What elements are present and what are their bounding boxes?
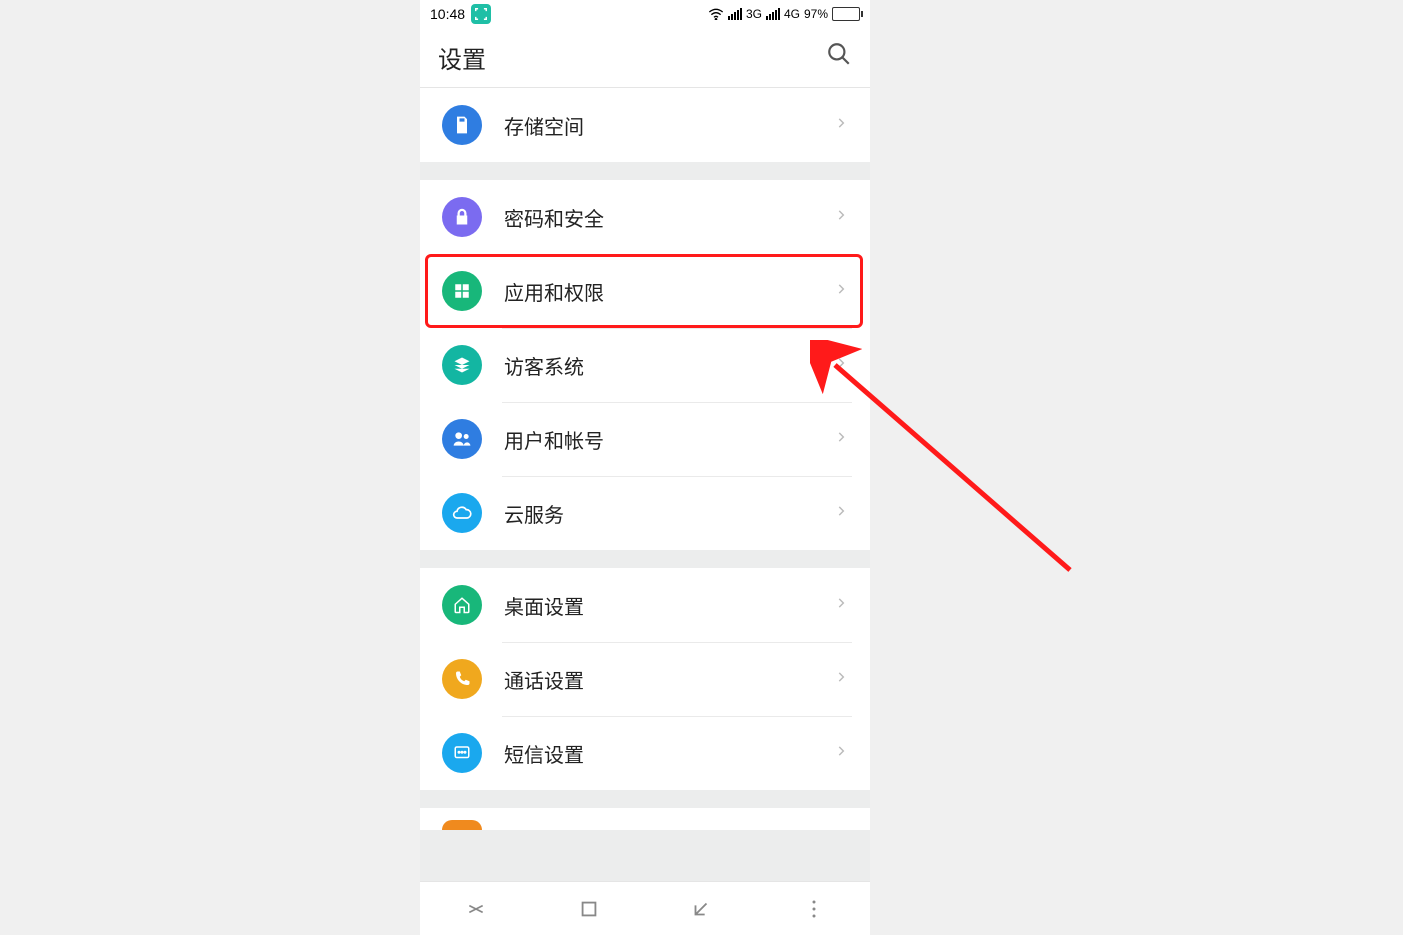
status-time: 10:48 [430,6,465,22]
row-storage[interactable]: 存储空间 [420,88,870,162]
net-3g-label: 3G [746,7,762,21]
phone-icon [442,659,482,699]
chevron-right-icon [834,282,848,301]
chevron-right-icon [834,356,848,375]
status-bar: 10:48 3G [420,0,870,28]
sd-icon [442,105,482,145]
settings-list: 存储空间 密码和安全 应用和权限 [420,88,870,881]
system-nav-bar [420,881,870,935]
chevron-right-icon [834,430,848,449]
lock-icon [442,197,482,237]
chevron-right-icon [834,744,848,763]
phone-frame: 10:48 3G [420,0,870,935]
row-label: 应用和权限 [504,277,834,306]
row-label: 短信设置 [504,739,834,768]
row-label: 密码和安全 [504,203,834,232]
row-sms[interactable]: 短信设置 [420,716,870,790]
wifi-icon [708,8,724,20]
row-label: 访客系统 [504,351,834,380]
chevron-right-icon [834,670,848,689]
home-icon [442,585,482,625]
battery-pct: 97% [804,7,828,21]
partial-row-icon [442,820,482,830]
app-header: 设置 [420,28,870,88]
row-apps-perms[interactable]: 应用和权限 [420,254,870,328]
row-label: 存储空间 [504,111,834,140]
people-icon [442,419,482,459]
search-button[interactable] [826,41,852,74]
row-label: 通话设置 [504,665,834,694]
net-4g-label: 4G [784,7,800,21]
settings-group-2: 桌面设置 通话设置 短信设置 [420,568,870,790]
settings-group-0: 存储空间 [420,88,870,162]
nav-back-button[interactable] [676,898,726,920]
row-label: 桌面设置 [504,591,834,620]
settings-group-3 [420,808,870,830]
chevron-right-icon [834,596,848,615]
signal-3g [728,8,742,20]
cloud-icon [442,493,482,533]
nav-recents-button[interactable] [451,899,501,919]
page-title: 设置 [438,40,826,75]
row-label: 用户和帐号 [504,425,834,454]
row-call[interactable]: 通话设置 [420,642,870,716]
signal-4g [766,8,780,20]
row-label: 云服务 [504,499,834,528]
row-security[interactable]: 密码和安全 [420,180,870,254]
row-desktop[interactable]: 桌面设置 [420,568,870,642]
layers-icon [442,345,482,385]
grid-icon [442,271,482,311]
chevron-right-icon [834,208,848,227]
scan-icon [471,4,491,24]
nav-menu-button[interactable] [789,899,839,919]
row-guest[interactable]: 访客系统 [420,328,870,402]
sms-icon [442,733,482,773]
battery-icon [832,7,860,21]
chevron-right-icon [834,504,848,523]
row-users[interactable]: 用户和帐号 [420,402,870,476]
nav-home-button[interactable] [564,898,614,920]
row-cloud[interactable]: 云服务 [420,476,870,550]
chevron-right-icon [834,116,848,135]
settings-group-1: 密码和安全 应用和权限 访客系统 [420,180,870,550]
